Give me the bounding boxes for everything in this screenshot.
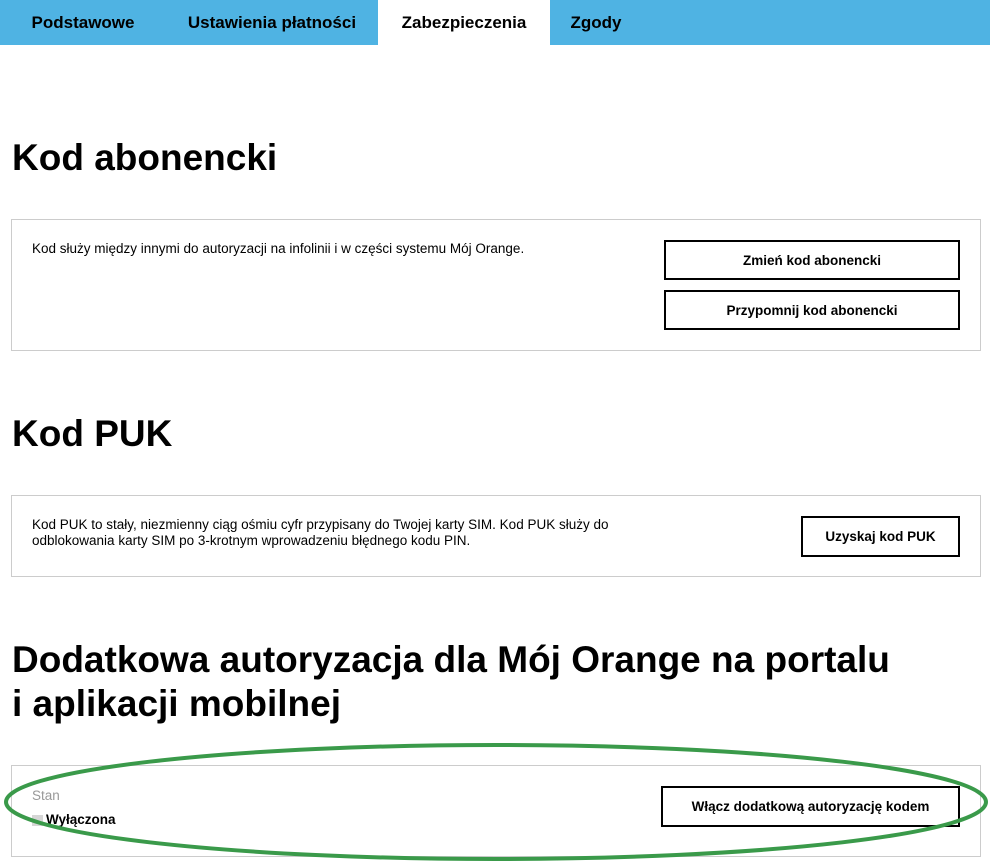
status-label: Stan: [32, 788, 60, 803]
get-puk-button[interactable]: Uzyskaj kod PUK: [801, 516, 960, 557]
puk-heading: Kod PUK: [12, 413, 173, 454]
remind-subscriber-code-button[interactable]: Przypomnij kod abonencki: [664, 290, 960, 330]
tab-zgody[interactable]: Zgody: [550, 0, 642, 45]
tab-ustawienia-platnosci[interactable]: Ustawienia płatności: [166, 0, 378, 45]
subscriber-code-panel: Kod służy między innymi do autoryzacji n…: [11, 219, 981, 351]
extra-auth-panel: Stan Wyłączona Włącz dodatkową autoryzac…: [11, 765, 981, 857]
change-subscriber-code-button[interactable]: Zmień kod abonencki: [664, 240, 960, 280]
status-indicator-icon: [32, 815, 43, 826]
tab-bar: Podstawowe Ustawienia płatności Zabezpie…: [0, 0, 990, 45]
puk-description-line2: odblokowania karty SIM po 3-krotnym wpro…: [32, 533, 471, 548]
enable-extra-auth-button[interactable]: Włącz dodatkową autoryzację kodem: [661, 786, 960, 827]
puk-panel: Kod PUK to stały, niezmienny ciąg ośmiu …: [11, 495, 981, 577]
page: Podstawowe Ustawienia płatności Zabezpie…: [0, 0, 990, 866]
status-value: Wyłączona: [46, 812, 116, 827]
tab-podstawowe[interactable]: Podstawowe: [0, 0, 166, 45]
subscriber-code-heading: Kod abonencki: [12, 137, 278, 178]
extra-auth-heading-line1: Dodatkowa autoryzacja dla Mój Orange na …: [12, 639, 890, 680]
tab-zabezpieczenia[interactable]: Zabezpieczenia: [378, 0, 550, 45]
puk-description-line1: Kod PUK to stały, niezmienny ciąg ośmiu …: [32, 517, 609, 532]
subscriber-code-description: Kod służy między innymi do autoryzacji n…: [32, 241, 525, 256]
extra-auth-heading-line2: i aplikacji mobilnej: [12, 683, 341, 724]
